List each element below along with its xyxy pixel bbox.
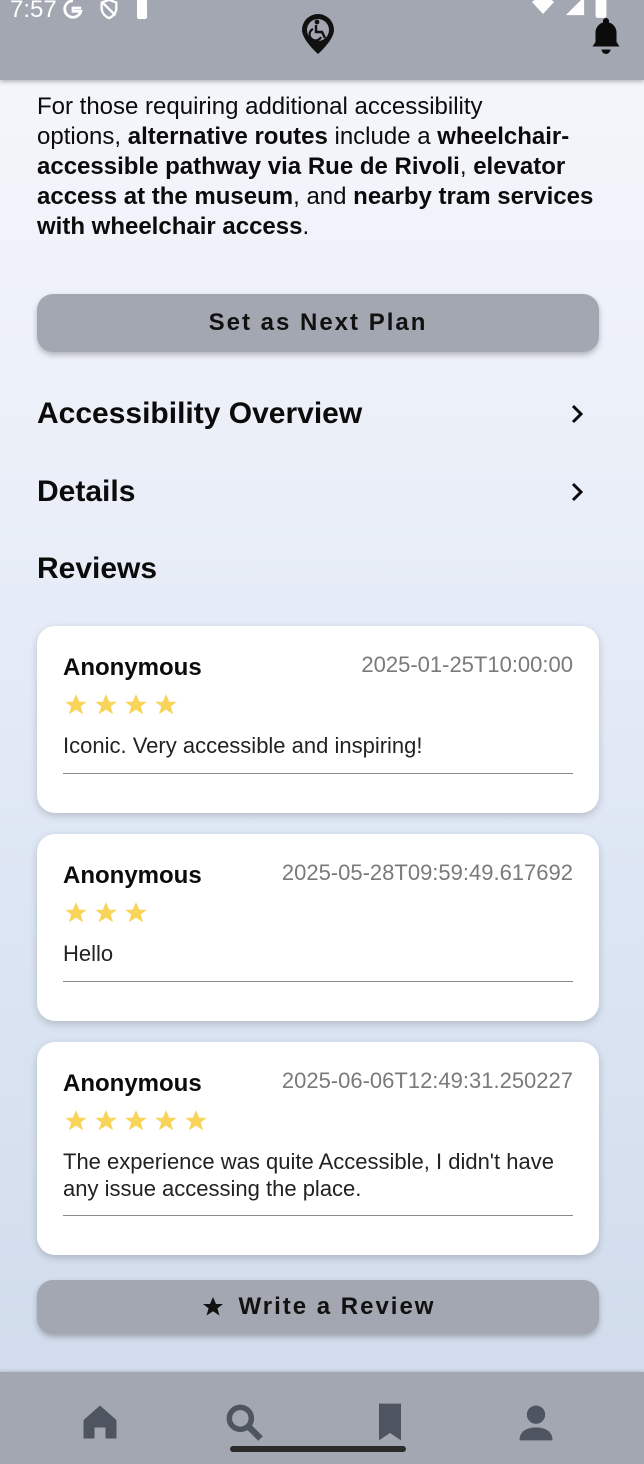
star-icon xyxy=(125,902,147,923)
sim-icon xyxy=(137,0,147,19)
intro-text: include a xyxy=(327,123,438,150)
intro-clipped-line: For those requiring additional accessibi… xyxy=(37,93,483,120)
bookmark-icon[interactable] xyxy=(368,1400,412,1444)
details-title: Details xyxy=(37,475,136,508)
review-card: Anonymous 2025-01-25T10:00:00 Iconic. Ve… xyxy=(37,626,599,813)
set-next-plan-button[interactable]: Set as Next Plan xyxy=(37,294,599,352)
star-icon xyxy=(65,1110,87,1131)
status-icons-left xyxy=(62,0,150,22)
intro-highlight: alternative routes xyxy=(127,123,328,150)
accessibility-logo-icon xyxy=(302,14,334,54)
review-divider xyxy=(63,773,573,774)
star-rating xyxy=(63,900,149,926)
intro-text: options, xyxy=(37,123,128,150)
review-date: 2025-06-06T12:49:31.250227 xyxy=(281,1068,573,1093)
star-icon xyxy=(202,1297,223,1316)
star-rating xyxy=(63,1108,209,1134)
review-text: Iconic. Very accessible and inspiring! xyxy=(63,733,423,758)
signal-icon xyxy=(565,0,585,16)
accessibility-overview-row[interactable]: Accessibility Overview xyxy=(37,394,599,434)
notification-bell-icon[interactable] xyxy=(588,14,624,58)
accessibility-overview-title: Accessibility Overview xyxy=(37,397,363,430)
intro-text: , and xyxy=(293,183,354,210)
details-row[interactable]: Details xyxy=(37,472,599,512)
search-icon[interactable] xyxy=(222,1400,266,1444)
review-author: Anonymous xyxy=(63,1070,202,1097)
review-card: Anonymous 2025-05-28T09:59:49.617692 Hel… xyxy=(37,834,599,1021)
star-icon xyxy=(125,1110,147,1131)
star-icon xyxy=(155,694,177,715)
review-text: Hello xyxy=(63,941,114,966)
star-icon xyxy=(65,694,87,715)
star-icon xyxy=(95,1110,117,1131)
shield-icon xyxy=(100,0,118,20)
review-divider xyxy=(63,981,573,982)
chevron-right-icon xyxy=(571,482,584,502)
review-text: The experience was quite Accessible, I d… xyxy=(63,1149,554,1201)
review-date: 2025-01-25T10:00:00 xyxy=(361,652,573,677)
star-icon xyxy=(95,902,117,923)
home-indicator xyxy=(230,1446,406,1452)
review-card: Anonymous 2025-06-06T12:49:31.250227 The… xyxy=(37,1042,599,1255)
review-author: Anonymous xyxy=(63,862,202,889)
wifi-icon xyxy=(532,0,554,14)
reviews-heading: Reviews xyxy=(37,552,158,585)
star-rating xyxy=(63,692,179,718)
review-author: Anonymous xyxy=(63,654,202,681)
intro-text: , xyxy=(459,153,474,180)
review-date: 2025-05-28T09:59:49.617692 xyxy=(281,860,573,885)
star-icon xyxy=(95,694,117,715)
intro-text: . xyxy=(302,213,310,240)
status-time: 7:57 xyxy=(10,0,57,23)
google-icon xyxy=(63,0,83,19)
review-divider xyxy=(63,1215,573,1216)
star-icon xyxy=(185,1110,207,1131)
home-icon[interactable] xyxy=(78,1400,122,1444)
write-review-button[interactable]: Write a Review xyxy=(37,1280,599,1334)
person-icon[interactable] xyxy=(514,1400,558,1444)
write-review-label: Write a Review xyxy=(238,1293,436,1320)
top-app-bar: 7:57 xyxy=(0,0,644,80)
chevron-right-icon xyxy=(571,404,584,424)
star-icon xyxy=(65,902,87,923)
star-icon xyxy=(155,1110,177,1131)
star-icon xyxy=(125,694,147,715)
accessibility-description: For those requiring additional accessibi… xyxy=(37,92,599,242)
